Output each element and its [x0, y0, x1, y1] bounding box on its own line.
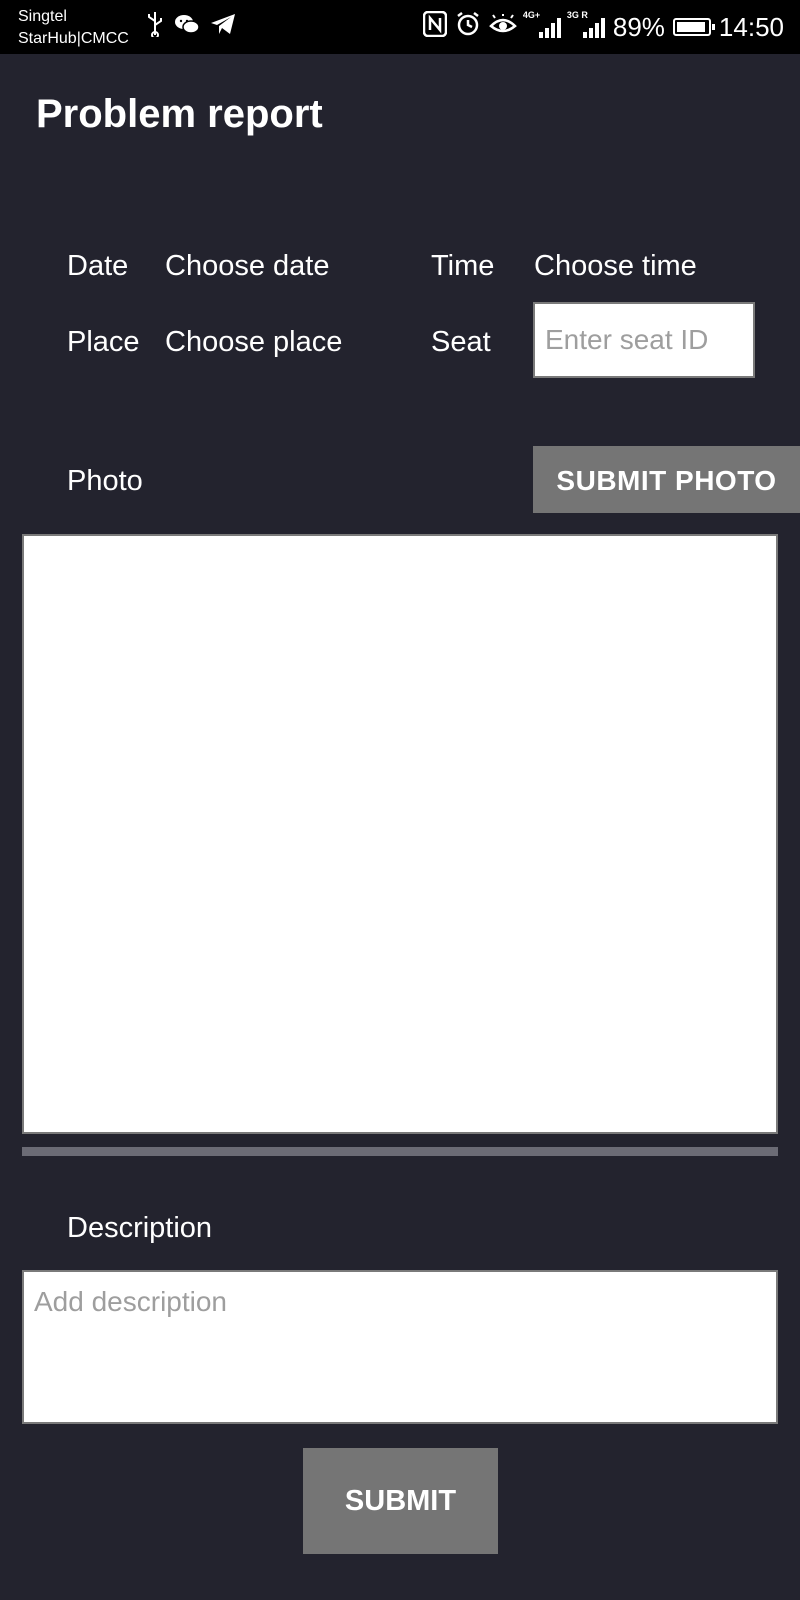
notification-icons	[146, 11, 236, 42]
battery-icon	[672, 18, 715, 36]
signal-icon: 3G R	[567, 10, 605, 38]
photo-preview[interactable]	[22, 534, 778, 1134]
divider	[22, 1147, 778, 1156]
description-input[interactable]	[22, 1270, 778, 1424]
time-picker[interactable]: Choose time	[534, 248, 697, 284]
submit-button[interactable]: SUBMIT	[303, 1448, 498, 1554]
date-picker[interactable]: Choose date	[165, 248, 329, 284]
description-label: Description	[67, 1212, 213, 1244]
place-picker[interactable]: Choose place	[165, 324, 342, 360]
status-bar: Singtel StarHub|CMCC 4G+ 3G R 89% 14:50	[0, 0, 800, 54]
system-status: 4G+ 3G R 89% 14:50	[422, 10, 784, 44]
usb-icon	[146, 11, 164, 42]
nfc-icon	[422, 10, 448, 44]
seat-id-input[interactable]	[533, 302, 755, 378]
alarm-icon	[455, 11, 481, 44]
carrier-line-2: StarHub|CMCC	[18, 30, 129, 47]
signal-type-label: 3G R	[566, 10, 588, 20]
wechat-icon	[174, 13, 200, 40]
time-label: Time	[431, 250, 495, 282]
clock: 14:50	[718, 11, 784, 42]
telegram-icon	[210, 13, 236, 40]
place-label: Place	[67, 326, 140, 358]
signal-icon: 4G+	[523, 10, 561, 38]
battery-percent: 89%	[612, 11, 665, 42]
page-title: Problem report	[36, 92, 323, 136]
photo-label: Photo	[67, 465, 143, 497]
eye-icon	[489, 12, 517, 43]
signal-type-label: 4G+	[522, 10, 541, 20]
carrier-info: Singtel StarHub|CMCC	[18, 6, 129, 50]
carrier-line-1: Singtel	[18, 8, 67, 25]
submit-photo-button[interactable]: SUBMIT PHOTO	[533, 446, 800, 513]
date-label: Date	[67, 250, 129, 282]
seat-label: Seat	[431, 326, 491, 358]
